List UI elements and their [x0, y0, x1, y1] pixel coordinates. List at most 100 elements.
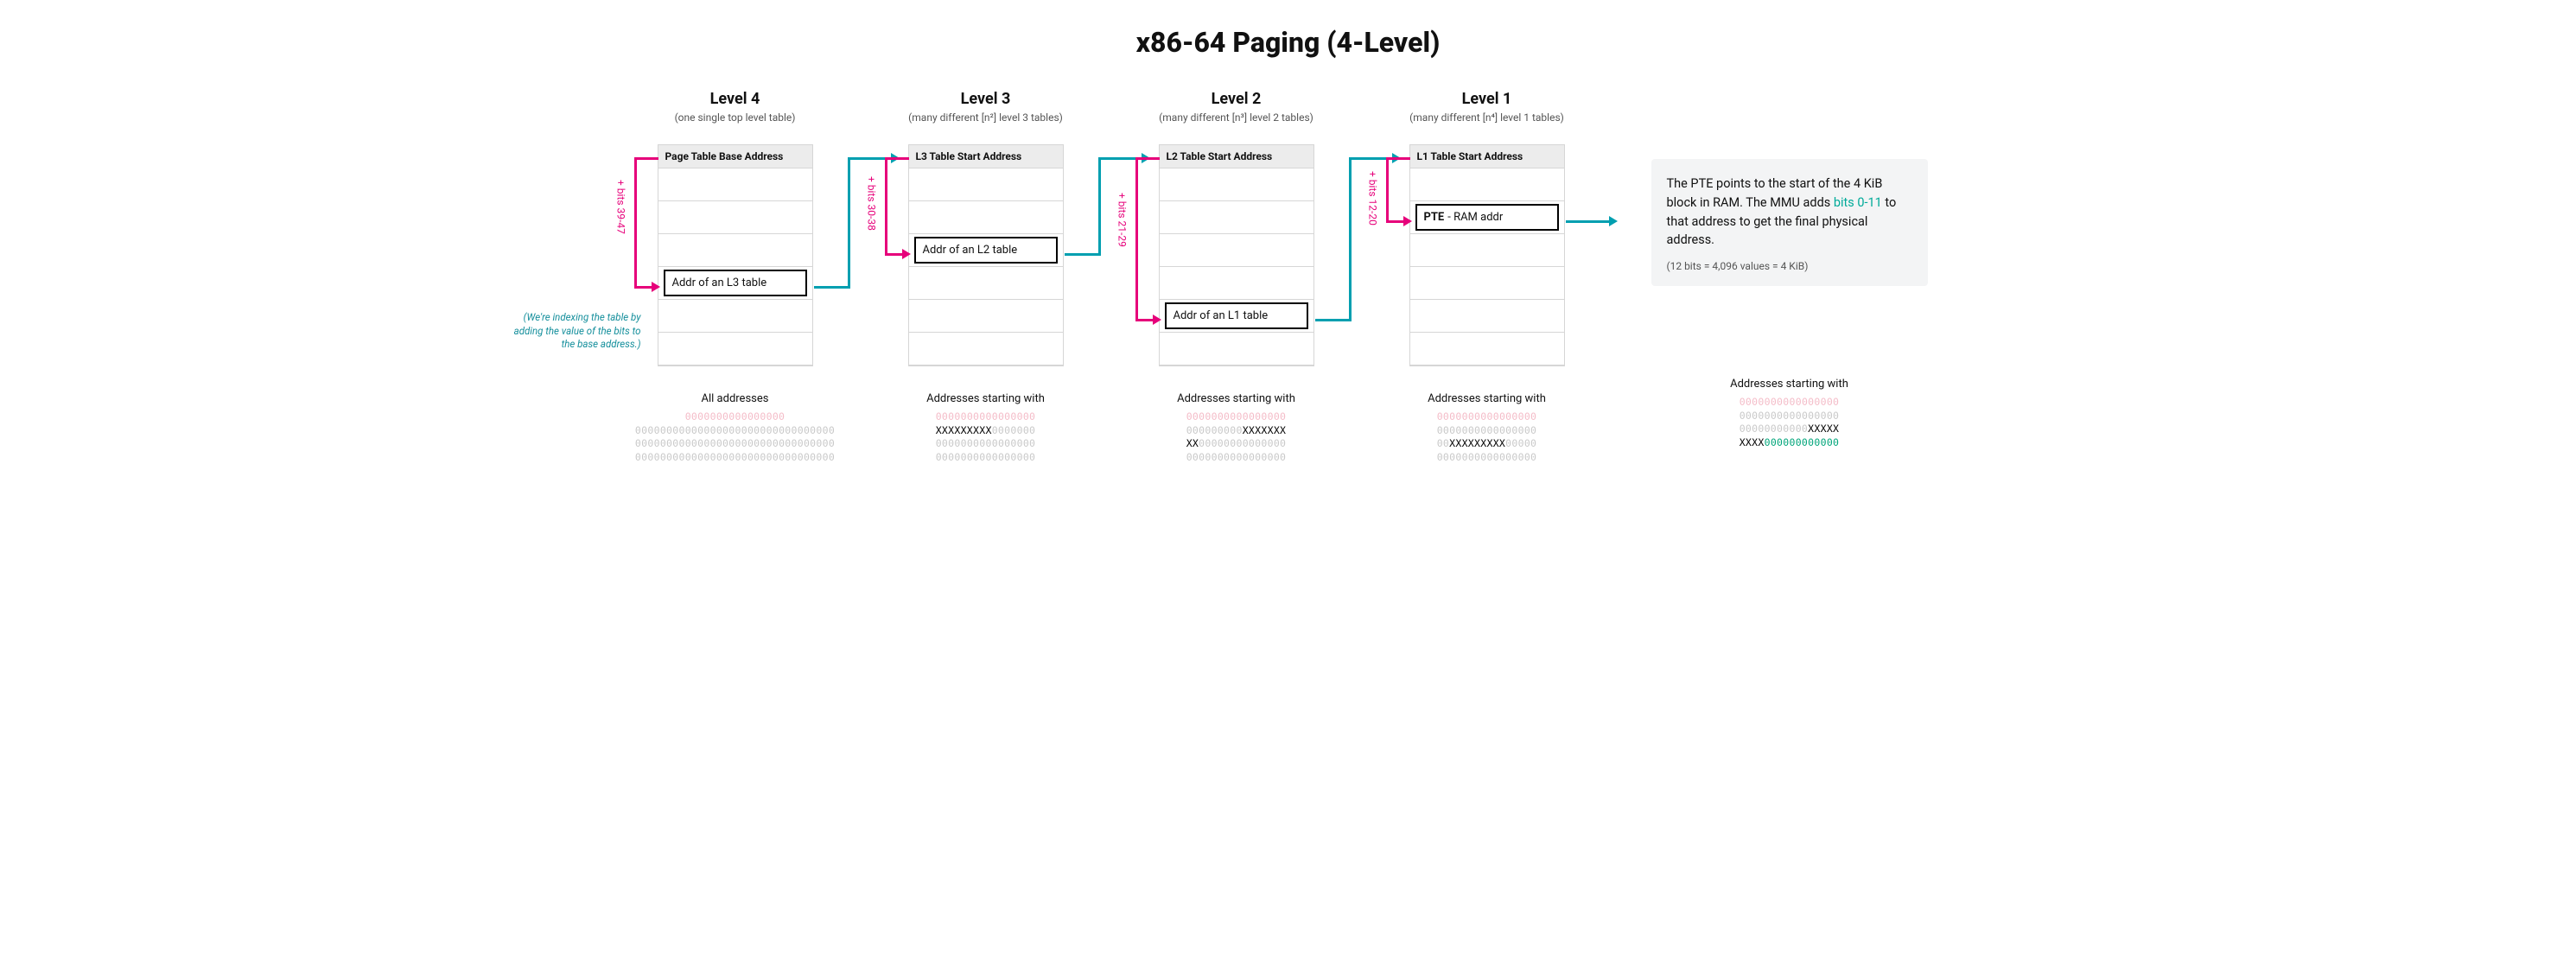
arrow-segment [1386, 157, 1389, 223]
bits-row: 0000000000000000 [1730, 396, 1848, 410]
footer-title: Addresses starting with [926, 392, 1045, 405]
columns-container: Level 4 (one single top level table) Pag… [17, 90, 2559, 464]
arrow-segment [1098, 157, 1101, 256]
arrow-segment [885, 157, 909, 160]
arrow-segment [1135, 319, 1154, 321]
level-3-entry: Addr of an L2 table [914, 237, 1058, 264]
table-row [1160, 201, 1313, 234]
level-4-table-header: Page Table Base Address [658, 145, 812, 168]
info-footer: Addresses starting with 0000000000000000… [1730, 378, 1848, 449]
arrow-segment [634, 157, 658, 160]
level-3-entry-text: Addr of an L2 table [923, 244, 1018, 257]
footer-title: Addresses starting with [1177, 392, 1295, 405]
footer-title: Addresses starting with [1730, 378, 1848, 391]
arrow-segment [634, 286, 653, 289]
arrow-segment [814, 286, 850, 289]
bits-row: 0000000000000000 [1730, 410, 1848, 423]
table-row [1410, 267, 1564, 300]
arrow-head-icon [902, 249, 911, 259]
table-row [658, 234, 812, 267]
level-4-table: Page Table Base Address Addr of an L3 ta… [658, 144, 813, 366]
level-4-footer: All addresses 0000000000000000 000000000… [635, 392, 835, 464]
table-row [909, 267, 1063, 300]
level-3-title: Level 3 [961, 90, 1011, 108]
table-row [1160, 333, 1313, 365]
bits-row: 0000000000000000 [926, 437, 1045, 451]
arrow-segment [1349, 157, 1352, 321]
table-row [909, 333, 1063, 365]
bits-label-39-47: + bits 39-47 [615, 180, 627, 234]
level-2-footer: Addresses starting with 0000000000000000… [1177, 392, 1295, 464]
diagram-title: x86-64 Paging (4-Level) [17, 26, 2559, 59]
level-3-column: Level 3 (many different [n²] level 3 tab… [900, 90, 1072, 464]
bits-row: 000000000XXXXXXX [1177, 424, 1295, 438]
bits-row: 0000000000000000 [1177, 410, 1295, 424]
level-1-entry: PTE - RAM addr [1415, 204, 1559, 231]
table-row: PTE - RAM addr [1410, 201, 1564, 234]
bits-row: 00XXXXXXXXX00000 [1428, 437, 1546, 451]
pte-rest-text: - RAM addr [1447, 211, 1503, 224]
bits-label-12-20: + bits 12-20 [1367, 171, 1379, 226]
table-row [1160, 168, 1313, 201]
bits-row: 00000000000XXXXX [1730, 423, 1848, 436]
arrow-segment [634, 157, 637, 289]
level-4-subtitle: (one single top level table) [675, 111, 796, 124]
index-note: (We're indexing the table by adding the … [507, 311, 641, 352]
table-row: Addr of an L3 table [658, 267, 812, 300]
arrow-segment [1386, 157, 1410, 160]
footer-title: All addresses [635, 392, 835, 405]
bits-row: XXXX000000000000 [1730, 436, 1848, 450]
level-3-subtitle: (many different [n²] level 3 tables) [908, 111, 1063, 124]
bits-row: XXXXXXXXX0000000 [926, 424, 1045, 438]
table-row: Addr of an L2 table [909, 234, 1063, 267]
level-4-entry-text: Addr of an L3 table [672, 276, 767, 289]
level-2-entry-text: Addr of an L1 table [1174, 309, 1269, 322]
table-row [658, 201, 812, 234]
bits-label-21-29: + bits 21-29 [1116, 193, 1129, 247]
level-3-table: L3 Table Start Address Addr of an L2 tab… [908, 144, 1064, 366]
bits-row: 0000000000000000 [635, 410, 835, 424]
arrow-head-icon [1403, 216, 1412, 226]
table-row [909, 300, 1063, 333]
level-2-subtitle: (many different [n³] level 2 tables) [1159, 111, 1313, 124]
bits-row: 0000000000000000 [1428, 451, 1546, 465]
table-row [658, 300, 812, 333]
table-row [1410, 333, 1564, 365]
level-1-table: L1 Table Start Address PTE - RAM addr + … [1409, 144, 1565, 366]
arrow-segment [848, 157, 850, 289]
level-1-title: Level 1 [1462, 90, 1512, 108]
arrow-segment [1315, 319, 1352, 321]
level-1-table-header: L1 Table Start Address [1410, 145, 1564, 168]
arrow-segment [1135, 157, 1138, 321]
level-2-column: Level 2 (many different [n³] level 2 tab… [1150, 90, 1323, 464]
level-3-footer: Addresses starting with 0000000000000000… [926, 392, 1045, 464]
table-row [909, 201, 1063, 234]
level-4-entry: Addr of an L3 table [664, 270, 807, 296]
bits-row: 0000000000000000 [1177, 451, 1295, 465]
arrow-segment [1135, 157, 1160, 160]
arrow-head-icon [1609, 216, 1618, 226]
arrow-segment [1065, 253, 1101, 256]
level-1-footer: Addresses starting with 0000000000000000… [1428, 392, 1546, 464]
level-2-entry: Addr of an L1 table [1165, 302, 1308, 329]
bits-row: 00000000000000000000000000000000 [635, 437, 835, 451]
level-1-column: Level 1 (many different [n⁴] level 1 tab… [1401, 90, 1574, 464]
footer-title: Addresses starting with [1428, 392, 1546, 405]
table-row [1160, 267, 1313, 300]
table-row [1160, 234, 1313, 267]
table-row [1410, 168, 1564, 201]
level-2-table-header: L2 Table Start Address [1160, 145, 1313, 168]
arrow-head-icon [1153, 315, 1161, 325]
info-small-text: (12 bits = 4,096 values = 4 KiB) [1667, 258, 1912, 274]
bits-label-30-38: + bits 30-38 [866, 176, 878, 231]
bits-row: 0000000000000000 [926, 410, 1045, 424]
pte-bold-text: PTE [1424, 211, 1445, 224]
arrow-segment [1566, 220, 1611, 223]
level-3-table-header: L3 Table Start Address [909, 145, 1063, 168]
arrow-segment [885, 253, 904, 256]
arrow-head-icon [652, 282, 660, 292]
info-accent-text: bits 0-11 [1834, 195, 1882, 210]
info-column: The PTE points to the start of the 4 KiB… [1651, 90, 1928, 449]
table-row [1410, 234, 1564, 267]
table-row: Addr of an L1 table [1160, 300, 1313, 333]
